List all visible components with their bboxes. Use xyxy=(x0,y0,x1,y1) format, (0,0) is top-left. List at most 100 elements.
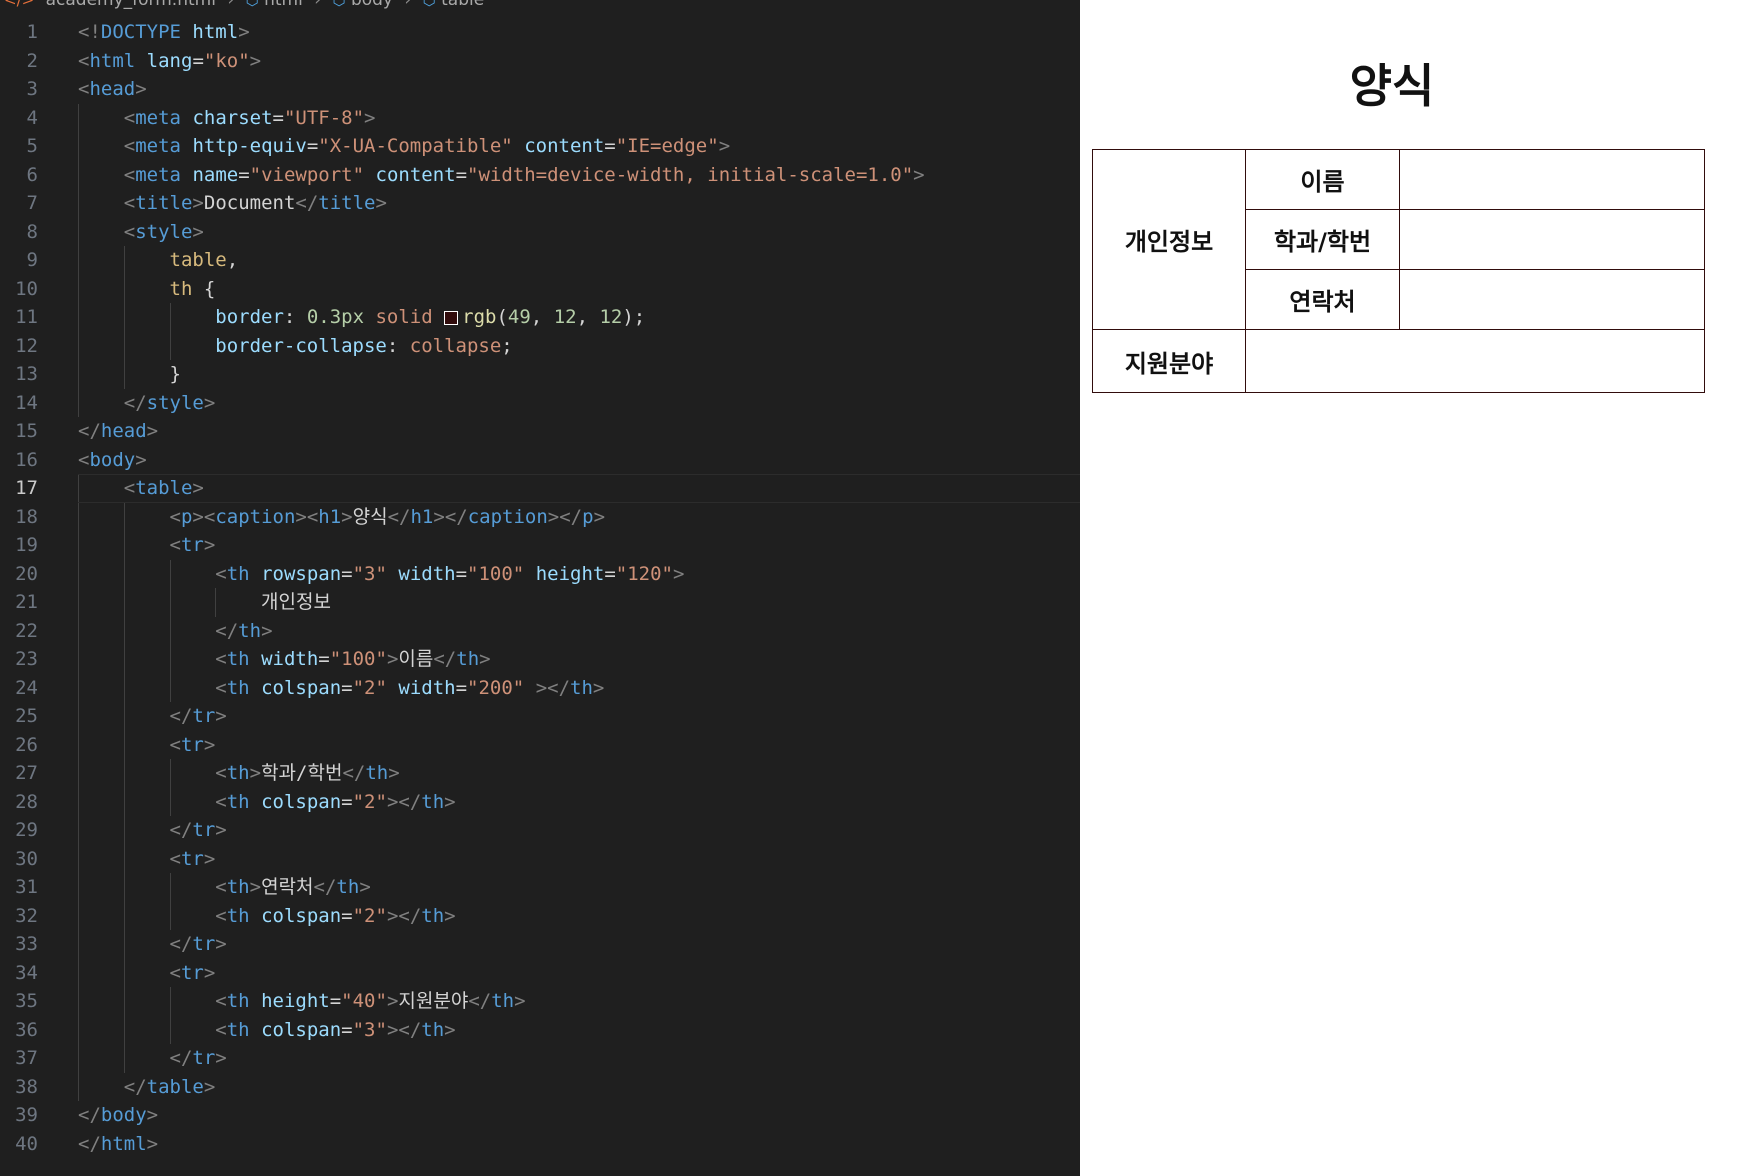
code-token: tr xyxy=(180,961,204,984)
code-line[interactable]: 20 <th rowspan="3" width="100" height="1… xyxy=(0,559,1080,588)
line-number: 3 xyxy=(26,78,38,100)
code-line[interactable]: 19 <tr> xyxy=(0,531,1080,560)
code-token: > xyxy=(215,819,227,841)
code-line[interactable]: 21 개인정보 xyxy=(0,588,1080,617)
code-token: < xyxy=(123,135,136,157)
code-token: "3" xyxy=(352,562,387,585)
code-token: < xyxy=(215,1018,227,1041)
code-line[interactable]: 22 </th> xyxy=(0,616,1080,645)
code-token: = xyxy=(341,904,353,927)
code-line[interactable]: 32 <th colspan="2"></th> xyxy=(0,901,1080,930)
code-line[interactable]: 17 <table> xyxy=(0,474,1080,503)
code-line[interactable]: 31 <th>연락처</th> xyxy=(0,873,1080,902)
code-token: < xyxy=(123,106,136,129)
code-line[interactable]: 18 <p><caption><h1>양식</h1></caption></p> xyxy=(0,502,1080,531)
contact-cell xyxy=(1399,269,1705,330)
breadcrumb-item-file[interactable]: academy_form.html xyxy=(46,0,216,10)
code-line[interactable]: 8 <style> xyxy=(0,217,1080,246)
code-token: "100" xyxy=(329,648,387,670)
code-token: ></ xyxy=(547,505,583,528)
code-token: rowspan xyxy=(261,562,342,585)
code-line[interactable]: 38 </table> xyxy=(0,1072,1080,1101)
code-token: DOCTYPE xyxy=(100,21,181,43)
code-line[interactable]: 7 <title>Document</title> xyxy=(0,189,1080,218)
code-text: } xyxy=(78,360,181,389)
code-line[interactable]: 9 table, xyxy=(0,246,1080,275)
code-token: meta xyxy=(135,163,181,186)
code-token: 12 xyxy=(599,306,623,328)
code-line[interactable]: 37 </tr> xyxy=(0,1044,1080,1073)
breadcrumb-item-html[interactable]: html xyxy=(264,0,303,10)
code-token: > xyxy=(146,1104,159,1126)
code-line[interactable]: 25 </tr> xyxy=(0,702,1080,731)
code-editor[interactable]: </> academy_form.html › ⬡ html › ⬡ body … xyxy=(0,0,1080,1176)
code-line[interactable]: 35 <th height="40">지원분야</th> xyxy=(0,987,1080,1016)
code-line[interactable]: 10 th { xyxy=(0,274,1080,303)
code-line[interactable]: 15 </head> xyxy=(0,417,1080,446)
code-line[interactable]: 23 <th width="100">이름</th> xyxy=(0,645,1080,674)
code-token: colspan xyxy=(261,676,342,699)
code-token: ></ xyxy=(386,1018,422,1041)
code-token: title xyxy=(318,192,376,214)
code-token: , xyxy=(226,249,239,271)
code-token: tr xyxy=(180,847,204,870)
code-line[interactable]: 27 <th>학과/학번</th> xyxy=(0,759,1080,788)
code-line[interactable]: 30 <tr> xyxy=(0,844,1080,874)
code-line[interactable]: 4 <meta charset="UTF-8"> xyxy=(0,103,1080,132)
code-token: = xyxy=(329,990,342,1012)
code-token: > xyxy=(386,990,399,1012)
code-text: <meta name="viewport" content="width=dev… xyxy=(78,161,925,190)
code-token: caption xyxy=(215,505,296,528)
code-token: solid xyxy=(375,306,433,328)
code-token: </ xyxy=(313,876,337,898)
code-line[interactable]: 12 border-collapse: collapse; xyxy=(0,331,1080,360)
code-token: >< xyxy=(295,505,319,528)
code-line[interactable]: 40 </html> xyxy=(0,1130,1080,1159)
code-line[interactable]: 34 <tr> xyxy=(0,958,1080,987)
code-token: 학과/학번 xyxy=(261,762,343,784)
code-line[interactable]: 26 <tr> xyxy=(0,730,1080,760)
line-number: 39 xyxy=(15,1104,38,1126)
breadcrumb-item-table[interactable]: table xyxy=(441,0,484,10)
code-line[interactable]: 6 <meta name="viewport" content="width=d… xyxy=(0,160,1080,190)
code-line[interactable]: 2 <html lang="ko"> xyxy=(0,47,1080,76)
code-line[interactable]: 5 <meta http-equiv="X-UA-Compatible" con… xyxy=(0,132,1080,161)
code-token: > xyxy=(249,876,262,898)
code-token: h1 xyxy=(318,505,342,528)
code-token: >< xyxy=(192,505,216,528)
code-line[interactable]: 28 <th colspan="2"></th> xyxy=(0,787,1080,816)
code-text: <tr> xyxy=(78,731,216,760)
code-text: <th colspan="3"></th> xyxy=(78,1016,455,1045)
code-text: <th>학과/학번</th> xyxy=(78,759,399,788)
code-token: > xyxy=(203,1075,216,1098)
code-line[interactable]: 33 </tr> xyxy=(0,930,1080,959)
code-line[interactable]: 3 <head> xyxy=(0,75,1080,104)
code-line[interactable]: 39 </body> xyxy=(0,1101,1080,1130)
code-text: <th>연락처</th> xyxy=(78,873,370,902)
color-swatch-icon[interactable] xyxy=(444,310,459,325)
code-token: "2" xyxy=(352,904,387,927)
code-text: </style> xyxy=(78,389,216,418)
code-line[interactable]: 36 <th colspan="3"></th> xyxy=(0,1015,1080,1045)
code-line[interactable]: 24 <th colspan="2" width="200" ></th> xyxy=(0,673,1080,702)
code-line[interactable]: 13 } xyxy=(0,360,1080,389)
code-token: th xyxy=(226,562,250,585)
code-line[interactable]: 16 <body> xyxy=(0,446,1080,475)
code-area[interactable]: 1 <!DOCTYPE html> 2 <html lang="ko"> 3 <head>… xyxy=(0,18,1080,1158)
code-line[interactable]: 14 </style> xyxy=(0,388,1080,418)
code-token: table xyxy=(169,249,227,271)
code-token: = xyxy=(341,676,353,699)
code-text: <tr> xyxy=(78,845,216,874)
code-line[interactable]: 1 <!DOCTYPE html> xyxy=(0,18,1080,47)
breadcrumb-item-body[interactable]: body xyxy=(351,0,393,10)
code-token: ></ xyxy=(386,904,422,927)
code-line[interactable]: 11 border: 0.3px solid rgb(49, 12, 12); xyxy=(0,303,1080,332)
code-token: th xyxy=(421,904,445,927)
page-title: 양식 xyxy=(1349,59,1435,113)
code-line[interactable]: 29 </tr> xyxy=(0,816,1080,845)
code-token: th xyxy=(169,277,193,300)
